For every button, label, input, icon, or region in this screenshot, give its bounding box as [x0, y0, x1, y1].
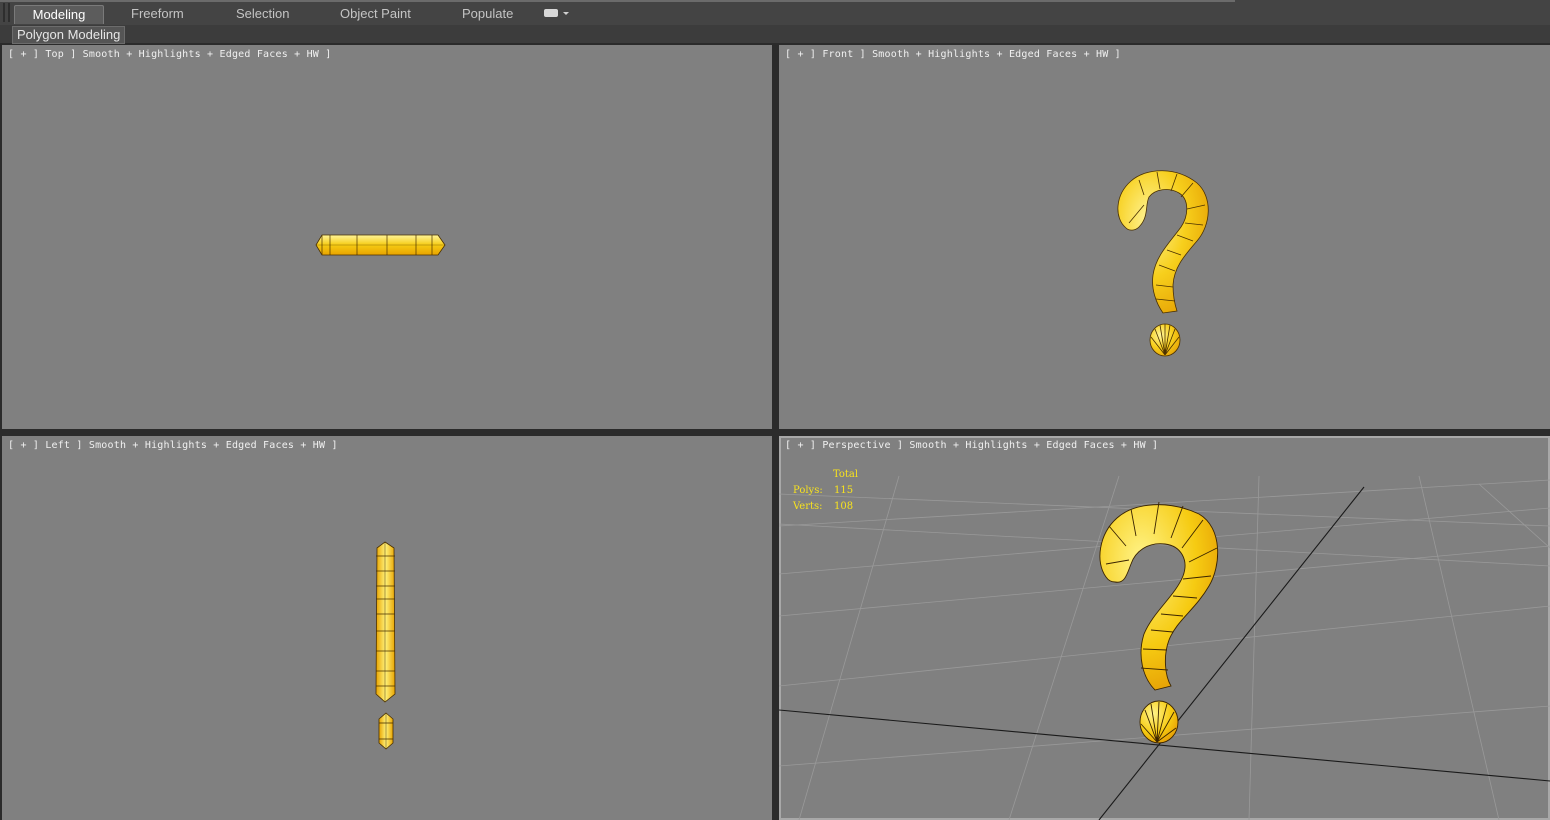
stats-polys-value: 115 [834, 485, 854, 496]
stats-header: Total [833, 469, 859, 480]
viewport-left[interactable]: [ + ] Left ] Smooth + Highlights + Edged… [2, 436, 772, 820]
stats-verts-label: Verts: [793, 501, 823, 512]
ribbon-grip[interactable] [8, 3, 10, 22]
question-mark-front-model[interactable] [1117, 170, 1209, 357]
stats-polys-label: Polys: [793, 485, 823, 496]
stats-verts-value: 108 [834, 501, 854, 512]
viewport-perspective[interactable]: [ + ] Perspective ] Smooth + Highlights … [779, 436, 1550, 820]
tab-object-paint[interactable]: Object Paint [340, 5, 411, 23]
tab-freeform[interactable]: Freeform [131, 5, 184, 23]
tab-modeling[interactable]: Modeling [14, 5, 104, 24]
tab-selection[interactable]: Selection [236, 5, 289, 23]
question-mark-perspective-model[interactable] [1099, 501, 1219, 744]
tab-populate[interactable]: Populate [462, 5, 513, 23]
front-view-canvas [1117, 170, 1209, 357]
left-view-canvas [375, 541, 396, 750]
toggle-icon[interactable] [544, 9, 558, 17]
viewport-top[interactable]: [ + ] Top ] Smooth + Highlights + Edged … [2, 45, 772, 429]
chevron-down-icon[interactable] [563, 12, 569, 15]
ribbon-top-line [0, 0, 1235, 2]
ribbon-panel-bar: Polygon Modeling [0, 25, 1550, 44]
top-view-canvas [315, 234, 446, 256]
perspective-view-canvas [779, 475, 1550, 820]
polygon-modeling-button[interactable]: Polygon Modeling [12, 26, 126, 44]
question-mark-top-model[interactable] [315, 234, 446, 256]
viewport-front[interactable]: [ + ] Front ] Smooth + Highlights + Edge… [779, 45, 1550, 429]
question-mark-left-model[interactable] [375, 541, 396, 750]
ribbon-grip[interactable] [3, 3, 5, 22]
ribbon-bar: Modeling Freeform Selection Object Paint… [0, 0, 1550, 26]
